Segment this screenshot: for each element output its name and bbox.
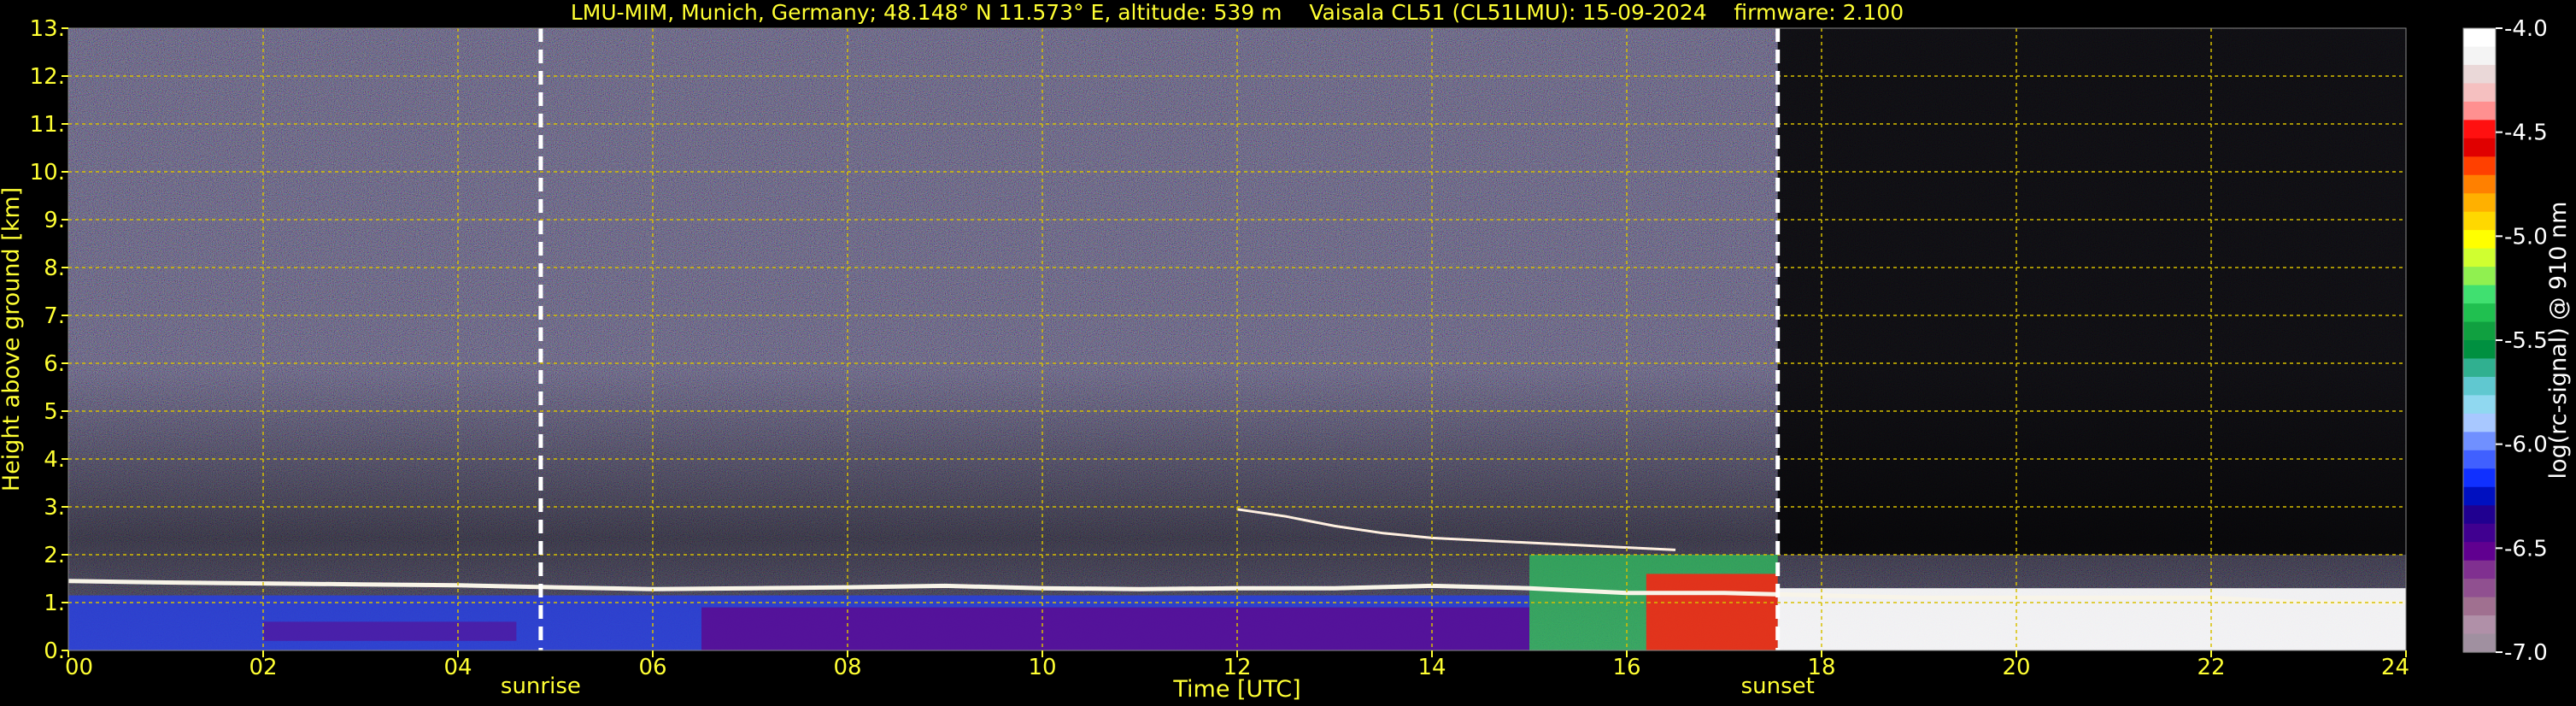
y-tick-label: 0.: [44, 638, 65, 664]
y-tick-label: 6.: [44, 351, 65, 377]
x-tick-label: 00: [65, 655, 93, 680]
colorbar-segment: [2463, 486, 2496, 506]
colorbar-tick-label: -7.0: [2504, 640, 2548, 666]
colorbar-segment: [2463, 523, 2496, 543]
colorbar-segment: [2463, 64, 2496, 85]
colorbar-segment: [2463, 303, 2496, 323]
colorbar-segment: [2463, 321, 2496, 341]
colorbar-segment: [2463, 138, 2496, 157]
cloud-signal-red: [1646, 574, 1778, 650]
colorbar-segment: [2463, 560, 2496, 580]
colorbar-tick-label: -6.0: [2504, 432, 2548, 458]
colorbar-segment: [2463, 413, 2496, 432]
x-tick-label: 22: [2197, 655, 2225, 680]
colorbar-segment: [2463, 579, 2496, 598]
colorbar-tick-label: -6.5: [2504, 536, 2548, 562]
colorbar-segment: [2463, 432, 2496, 451]
y-tick-label: 9.: [44, 208, 65, 233]
colorbar-segment: [2463, 193, 2496, 213]
colorbar-segment: [2463, 358, 2496, 378]
colorbar-segment: [2463, 542, 2496, 562]
colorbar-segment: [2463, 285, 2496, 304]
x-tick-label: 16: [1612, 655, 1640, 680]
x-tick-label: 20: [2002, 655, 2030, 680]
colorbar-segment: [2463, 83, 2496, 103]
colorbar-tick-label: -4.0: [2504, 16, 2548, 42]
colorbar-segment: [2463, 468, 2496, 488]
x-tick-label: 04: [443, 655, 472, 680]
sun-marker-label: sunrise: [501, 674, 581, 699]
sun-marker-label: sunset: [1741, 674, 1815, 699]
y-tick-label: 13.: [30, 16, 65, 42]
colorbar-segment: [2463, 46, 2496, 66]
x-tick-label: 10: [1028, 655, 1056, 680]
x-tick-label: 06: [638, 655, 666, 680]
y-tick-label: 8.: [44, 256, 65, 281]
night-dark-rect: [1777, 28, 2406, 555]
x-tick-label: 14: [1417, 655, 1446, 680]
chart-title: LMU-MIM, Munich, Germany; 48.148° N 11.5…: [571, 0, 1904, 25]
colorbar-segment: [2463, 120, 2496, 139]
x-tick-label: 24: [2381, 655, 2409, 680]
colorbar-segment: [2463, 340, 2496, 360]
colorbar-segment: [2463, 267, 2496, 286]
y-tick-label: 11.: [30, 112, 65, 138]
colorbar-label: log(rc-signal) @ 910 nm: [2545, 202, 2572, 479]
aerosol-band-core: [263, 621, 517, 641]
y-tick-label: 4.: [44, 447, 65, 473]
y-tick-label: 10.: [30, 160, 65, 185]
ceilometer-chart: 0. 1. 2. 3. 4. 5. 6. 7. 8. 9. 10. 11. 12. 13. 00 02 04 0…: [0, 0, 2576, 706]
y-axis-label: Height above ground [km]: [0, 187, 25, 491]
colorbar-segment: [2463, 615, 2496, 635]
colorbar-tick-label: -4.5: [2504, 121, 2548, 146]
y-tick-label: 3.: [44, 495, 65, 521]
y-tick-label: 12.: [30, 64, 65, 90]
x-tick-label: 02: [249, 655, 277, 680]
y-tick-label: 5.: [44, 399, 65, 425]
x-axis-label: Time [UTC]: [1172, 676, 1300, 703]
colorbar-tick-label: -5.5: [2504, 328, 2548, 354]
x-tick-label: 08: [833, 655, 861, 680]
aerosol-band-purple: [701, 607, 1529, 650]
colorbar-segment: [2463, 597, 2496, 616]
colorbar-segment: [2463, 211, 2496, 231]
y-tick-label: 2.: [44, 543, 65, 568]
colorbar-segment: [2463, 174, 2496, 194]
colorbar-segment: [2463, 230, 2496, 250]
colorbar-segment: [2463, 28, 2496, 48]
colorbar-segment: [2463, 505, 2496, 525]
colorbar-segment: [2463, 633, 2496, 653]
colorbar-segment: [2463, 156, 2496, 176]
y-tick-label: 1.: [44, 591, 65, 616]
colorbar-segment: [2463, 376, 2496, 397]
colorbar-segment: [2463, 450, 2496, 469]
colorbar-segment: [2463, 101, 2496, 121]
colorbar-segment: [2463, 248, 2496, 268]
night-dark-region: [1777, 28, 2406, 555]
colorbar-tick-label: -5.0: [2504, 224, 2548, 250]
y-tick-label: 7.: [44, 303, 65, 329]
colorbar-segment: [2463, 395, 2496, 415]
